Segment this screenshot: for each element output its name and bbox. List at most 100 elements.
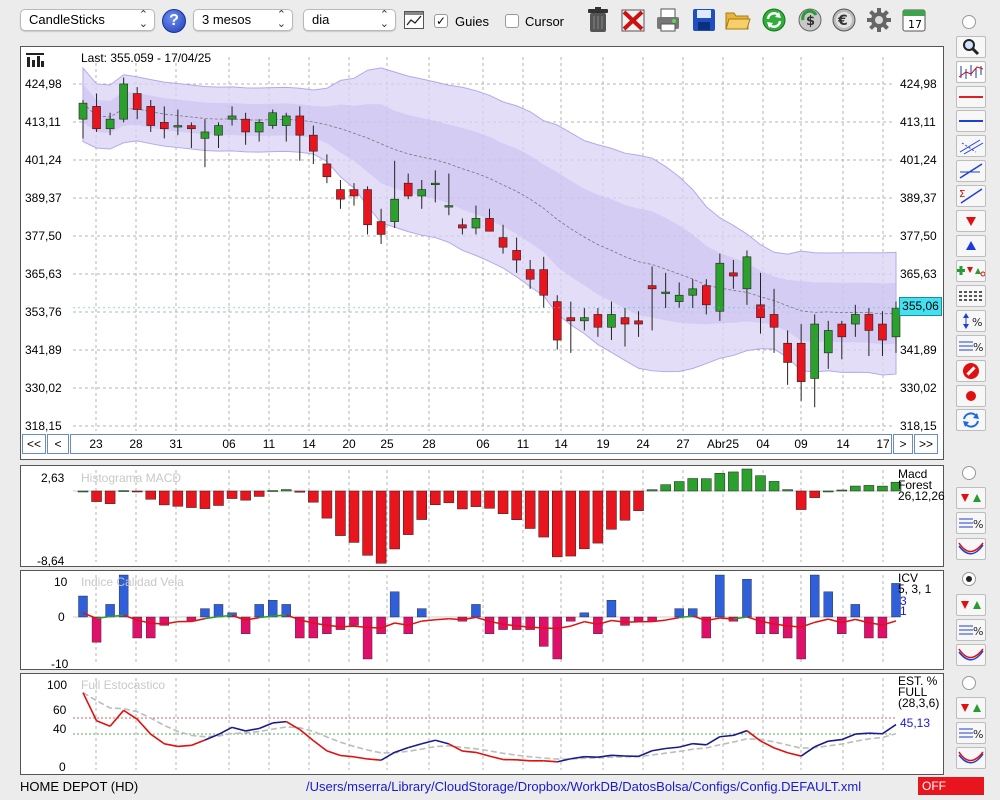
price-chart-panel[interactable]: Last: 355.059 - 17/04/25 424,98 413,11 4…: [20, 46, 944, 460]
sell-marker-button[interactable]: [956, 210, 986, 232]
icv-signal-line: [421, 618, 436, 622]
refresh-icon[interactable]: [760, 6, 788, 34]
nav-prev-button[interactable]: <: [47, 434, 69, 454]
candle-body: [580, 317, 589, 322]
record-button[interactable]: [956, 385, 986, 407]
macd-cross-button[interactable]: [956, 538, 986, 560]
main-panel-radio[interactable]: [962, 15, 976, 29]
trendline-tool-button[interactable]: [956, 160, 986, 182]
calendar-icon[interactable]: 17: [900, 6, 928, 34]
candle-body: [701, 285, 711, 306]
fibonacci-tool-button[interactable]: Σ: [956, 185, 986, 207]
macd-panel-radio[interactable]: [962, 466, 976, 480]
percent-range-button[interactable]: %: [956, 310, 986, 332]
icv-signal-line: [150, 622, 165, 625]
stop-button[interactable]: [956, 360, 986, 382]
zoom-tool-button[interactable]: [956, 36, 986, 58]
channel-tool-button[interactable]: [956, 135, 986, 157]
cross-curves-icon: [958, 648, 984, 661]
date-tick-label: 04: [756, 437, 770, 451]
stochastic-panel-radio[interactable]: [962, 676, 976, 690]
macd-signals-button[interactable]: [956, 487, 986, 509]
buy-marker-button[interactable]: [956, 235, 986, 257]
swap-button[interactable]: [956, 409, 986, 431]
signals-button[interactable]: [956, 260, 986, 282]
stoch-percent-button[interactable]: %: [956, 722, 986, 744]
icv-panel[interactable]: Indice Calidad Vela 10 0 -10 ICV 5, 3, 1…: [20, 570, 944, 671]
grid-lines-button[interactable]: [956, 285, 986, 307]
nav-last-button[interactable]: >>: [914, 434, 938, 454]
stochastic-k-line: [258, 722, 274, 730]
macd-bar: [606, 490, 617, 530]
candle-body: [593, 314, 603, 328]
icv-cross-button[interactable]: [956, 644, 986, 666]
macd-min-label: -8,64: [37, 554, 65, 568]
date-tick-label: Abr25: [706, 437, 740, 451]
help-icon[interactable]: ?: [162, 9, 186, 33]
stochastic-k-line: [191, 739, 206, 747]
y-tick-right: 413,11: [900, 115, 936, 129]
open-folder-icon[interactable]: [724, 6, 752, 34]
stoch-signals-button[interactable]: [956, 697, 986, 719]
y-tick-right: 365,63: [900, 267, 937, 281]
icv-percent-button[interactable]: %: [956, 619, 986, 641]
stochastic-panel[interactable]: Full Estocastico 100 60 40 0 EST. % FULL…: [20, 673, 944, 775]
stoch-cross-button[interactable]: [956, 747, 986, 769]
live-status-off-badge[interactable]: OFF: [918, 777, 984, 795]
stochastic-k-line: [584, 755, 598, 758]
icv-signals-button[interactable]: [956, 594, 986, 616]
icv-bar: [417, 608, 427, 618]
nav-first-button[interactable]: <<: [22, 434, 46, 454]
percent-lines-button[interactable]: %: [956, 335, 986, 357]
arrow-down-red-icon: [966, 217, 976, 226]
candle-body: [471, 218, 481, 229]
guides-checkbox[interactable]: ✓: [434, 14, 448, 28]
chart-window-icon[interactable]: [404, 11, 424, 29]
print-icon[interactable]: [654, 6, 682, 34]
y-tick-left: 424,98: [25, 77, 62, 91]
stoch-y-tick: 100: [47, 678, 68, 692]
icv-bar: [308, 616, 319, 639]
candle-body: [417, 189, 427, 197]
horizontal-line-red-button[interactable]: [956, 86, 986, 108]
horizontal-line-blue-button[interactable]: [956, 110, 986, 132]
stoch-y-tick: 40: [53, 722, 67, 736]
candlestick-chart[interactable]: [21, 47, 943, 433]
cursor-checkbox[interactable]: [505, 14, 519, 28]
interval-select[interactable]: dia ⌃ ⌄: [303, 9, 396, 31]
candle-body: [187, 125, 196, 130]
period-select[interactable]: 3 mesos ⌃ ⌄: [193, 9, 293, 31]
y-tick-left: 401,24: [25, 153, 62, 167]
macd-bar: [267, 490, 278, 492]
macd-bar: [118, 490, 129, 492]
macd-bar: [809, 490, 820, 498]
macd-bar: [281, 489, 292, 492]
candle-body: [512, 250, 521, 261]
macd-bar: [91, 490, 102, 502]
delete-drawing-icon[interactable]: [619, 6, 647, 34]
nav-next-button[interactable]: >: [893, 434, 913, 454]
trash-icon[interactable]: [584, 6, 612, 34]
icv-bar: [796, 616, 806, 660]
stoch-y-tick: 0: [59, 760, 66, 774]
date-axis-bar[interactable]: 23 28 31 06 11 14 20 25 28 06 11 14 19 24 27 Abr25 04 09 1…: [70, 434, 892, 454]
bars-tool-button[interactable]: [956, 61, 986, 83]
save-icon[interactable]: [690, 6, 718, 34]
y-tick-left: 365,63: [25, 267, 62, 281]
icv-bar: [769, 616, 779, 634]
chart-type-select[interactable]: CandleSticks ⌃ ⌄: [20, 9, 155, 31]
macd-bar: [253, 490, 265, 497]
macd-percent-button[interactable]: %: [956, 512, 986, 534]
macd-panel[interactable]: Histograma MACD 2,63 -8,64 Macd Forest 2…: [20, 465, 945, 568]
chevron-updown-icon: ⌃ ⌄: [379, 9, 389, 30]
euro-icon[interactable]: €: [830, 6, 858, 34]
icv-bar: [579, 612, 590, 618]
last-price-label: Last: 355.059 - 17/04/25: [81, 51, 212, 65]
icv-panel-radio[interactable]: [962, 572, 976, 586]
dollar-sync-icon[interactable]: $: [796, 6, 824, 34]
config-path-link[interactable]: /Users/mserra/Library/CloudStorage/Dropb…: [306, 779, 861, 794]
blue-line-icon: [959, 120, 983, 122]
stochastic-k-line: [679, 742, 693, 748]
stochastic-k-line: [651, 747, 666, 752]
gear-icon[interactable]: [865, 6, 893, 34]
